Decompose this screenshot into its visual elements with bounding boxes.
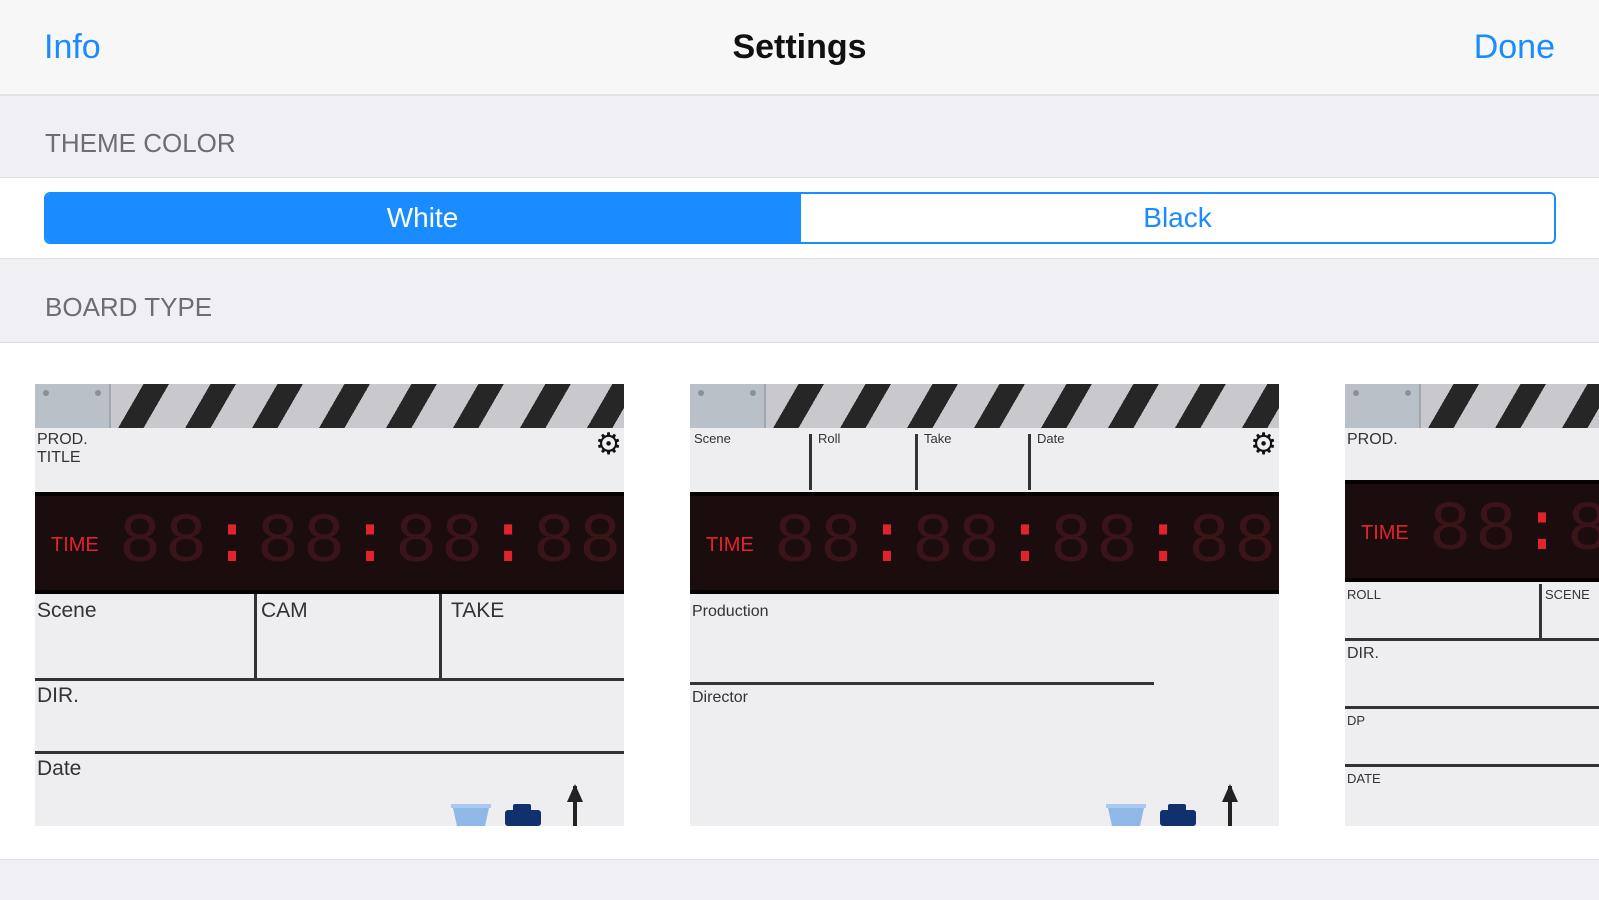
divider (1345, 764, 1599, 767)
theme-option-white[interactable]: White (46, 194, 799, 242)
divider (439, 594, 442, 680)
divider (35, 678, 624, 681)
date-label: DATE (1347, 771, 1381, 786)
page-title: Settings (732, 28, 867, 66)
camera-icon (1160, 804, 1196, 826)
dir-label: DIR. (1347, 645, 1379, 662)
theme-color-cell: White Black (0, 177, 1599, 259)
date-label: Date (37, 757, 82, 780)
scene-label: Scene (37, 599, 97, 622)
timecode-display: TIME 88:88 (1345, 480, 1599, 582)
board-option-3[interactable]: PROD. TIME 88:88 ROLL SCENE DIR. DP DATE (1345, 384, 1599, 826)
timecode-digits: 88:88:88:88 (119, 504, 624, 583)
theme-option-black[interactable]: Black (799, 194, 1554, 242)
divider (35, 751, 624, 754)
prod-label: PROD. (1347, 431, 1398, 448)
mic-stand-icon (567, 784, 583, 826)
timecode-digits: 88:88:88:88 (774, 504, 1279, 583)
board-type-cell: PROD. TITLE ⚙ TIME 88:88:88:88 Scene CAM… (0, 342, 1599, 860)
production-label: Production (692, 603, 769, 620)
time-label: TIME (51, 534, 99, 556)
time-label: TIME (706, 534, 754, 556)
digits-frames: 88 (533, 504, 624, 583)
divider (254, 594, 257, 680)
theme-color-header: THEME COLOR (45, 128, 236, 158)
board-option-2[interactable]: Scene Roll Take Date ⚙ TIME 88:88:88:88 … (690, 384, 1279, 826)
gear-icon: ⚙ (595, 428, 622, 461)
clapper-stick (1345, 384, 1599, 428)
director-label: Director (692, 689, 749, 706)
trash-icon (1106, 804, 1146, 826)
clapper-stick (35, 384, 624, 428)
dp-label: DP (1347, 713, 1366, 728)
divider (915, 434, 918, 490)
digits-hours: 88 (119, 504, 212, 583)
title-label: TITLE (37, 449, 81, 466)
timecode-digits: 88:88 (1429, 492, 1599, 571)
scene-label: SCENE (1545, 587, 1590, 602)
timecode-display: TIME 88:88:88:88 (35, 492, 624, 594)
date-label: Date (1037, 431, 1065, 446)
clapper-hinge (690, 384, 766, 428)
time-label: TIME (1361, 522, 1409, 544)
trash-icon (451, 804, 491, 826)
digits-hours: 88 (774, 504, 867, 583)
theme-segmented-control[interactable]: White Black (44, 192, 1556, 244)
cam-label: CAM (261, 599, 308, 622)
scene-label: Scene (694, 431, 731, 446)
roll-label: Roll (818, 431, 841, 446)
board-type-header: BOARD TYPE (45, 292, 213, 322)
gear-icon: ⚙ (1250, 428, 1277, 461)
navigation-bar: Info Settings Done (0, 0, 1599, 96)
camera-icon (505, 804, 541, 826)
clapper-hinge (1345, 384, 1421, 428)
clapper-stick (690, 384, 1279, 428)
prod-label: PROD. (37, 431, 88, 448)
dir-label: DIR. (37, 684, 79, 707)
digits-minutes: 88 (257, 504, 350, 583)
digits-frames: 88 (1188, 504, 1279, 583)
board-option-1[interactable]: PROD. TITLE ⚙ TIME 88:88:88:88 Scene CAM… (35, 384, 624, 826)
digits-seconds: 88 (395, 504, 488, 583)
divider (690, 682, 1154, 685)
mic-stand-icon (1222, 784, 1238, 826)
divider (1028, 434, 1031, 490)
digits-hours: 88 (1429, 492, 1522, 571)
clapper-hinge (35, 384, 111, 428)
divider (1345, 638, 1599, 641)
divider (1539, 584, 1542, 640)
digits-minutes: 88 (912, 504, 1005, 583)
roll-label: ROLL (1347, 587, 1381, 602)
divider (809, 434, 812, 490)
divider (1345, 706, 1599, 709)
digits-seconds: 88 (1050, 504, 1143, 583)
done-button[interactable]: Done (1474, 28, 1555, 67)
digits-minutes: 88 (1567, 492, 1599, 571)
timecode-display: TIME 88:88:88:88 (690, 492, 1279, 594)
take-label: TAKE (451, 599, 505, 622)
take-label: Take (924, 431, 952, 446)
